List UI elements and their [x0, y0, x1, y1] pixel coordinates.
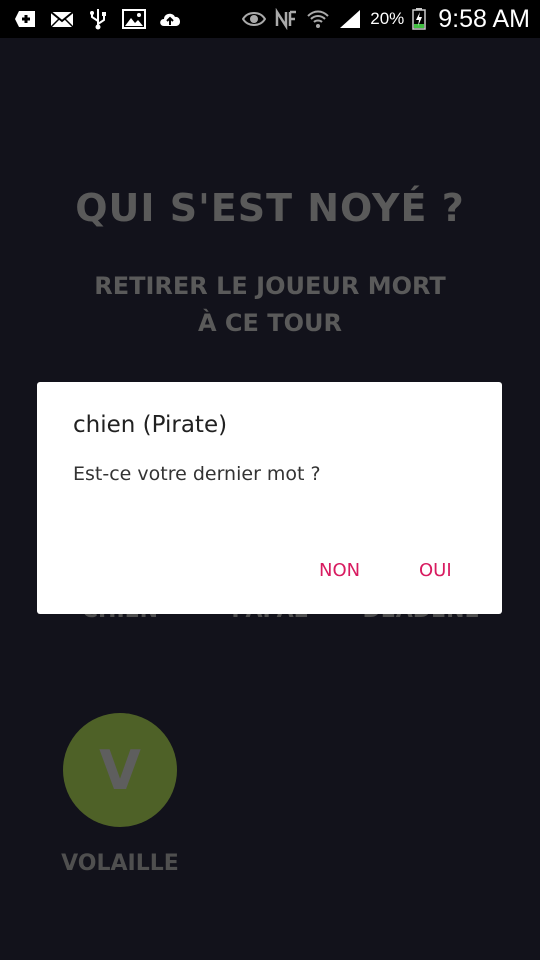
status-bar: 20% 9:58 AM — [0, 0, 540, 38]
mail-icon — [50, 8, 74, 30]
confirm-dialog: chien (Pirate) Est-ce votre dernier mot … — [37, 382, 502, 614]
signal-icon — [338, 8, 362, 30]
page-subtitle: RETIRER LE JOUEUR MORT À CE TOUR — [94, 272, 446, 337]
player-card-volaille[interactable]: V VOLAILLE — [50, 713, 190, 876]
gallery-icon — [122, 8, 146, 30]
add-icon — [14, 8, 38, 30]
dialog-message: Est-ce votre dernier mot ? — [73, 463, 321, 485]
battery-charging-icon — [412, 8, 427, 30]
cloud-upload-icon — [158, 8, 182, 30]
page-title: QUI S'EST NOYÉ ? — [75, 186, 465, 230]
usb-icon — [86, 8, 110, 30]
player-name: VOLAILLE — [61, 851, 179, 876]
nfc-icon — [274, 8, 298, 30]
oui-button[interactable]: OUI — [419, 560, 452, 581]
wifi-icon — [306, 8, 330, 30]
clock: 9:58 AM — [438, 4, 530, 33]
avatar: V — [63, 713, 177, 827]
battery-percent: 20% — [370, 9, 405, 28]
avatar-initial: V — [99, 738, 141, 802]
eye-icon — [242, 8, 267, 30]
dialog-title: chien (Pirate) — [73, 412, 228, 438]
non-button[interactable]: NON — [319, 560, 360, 581]
